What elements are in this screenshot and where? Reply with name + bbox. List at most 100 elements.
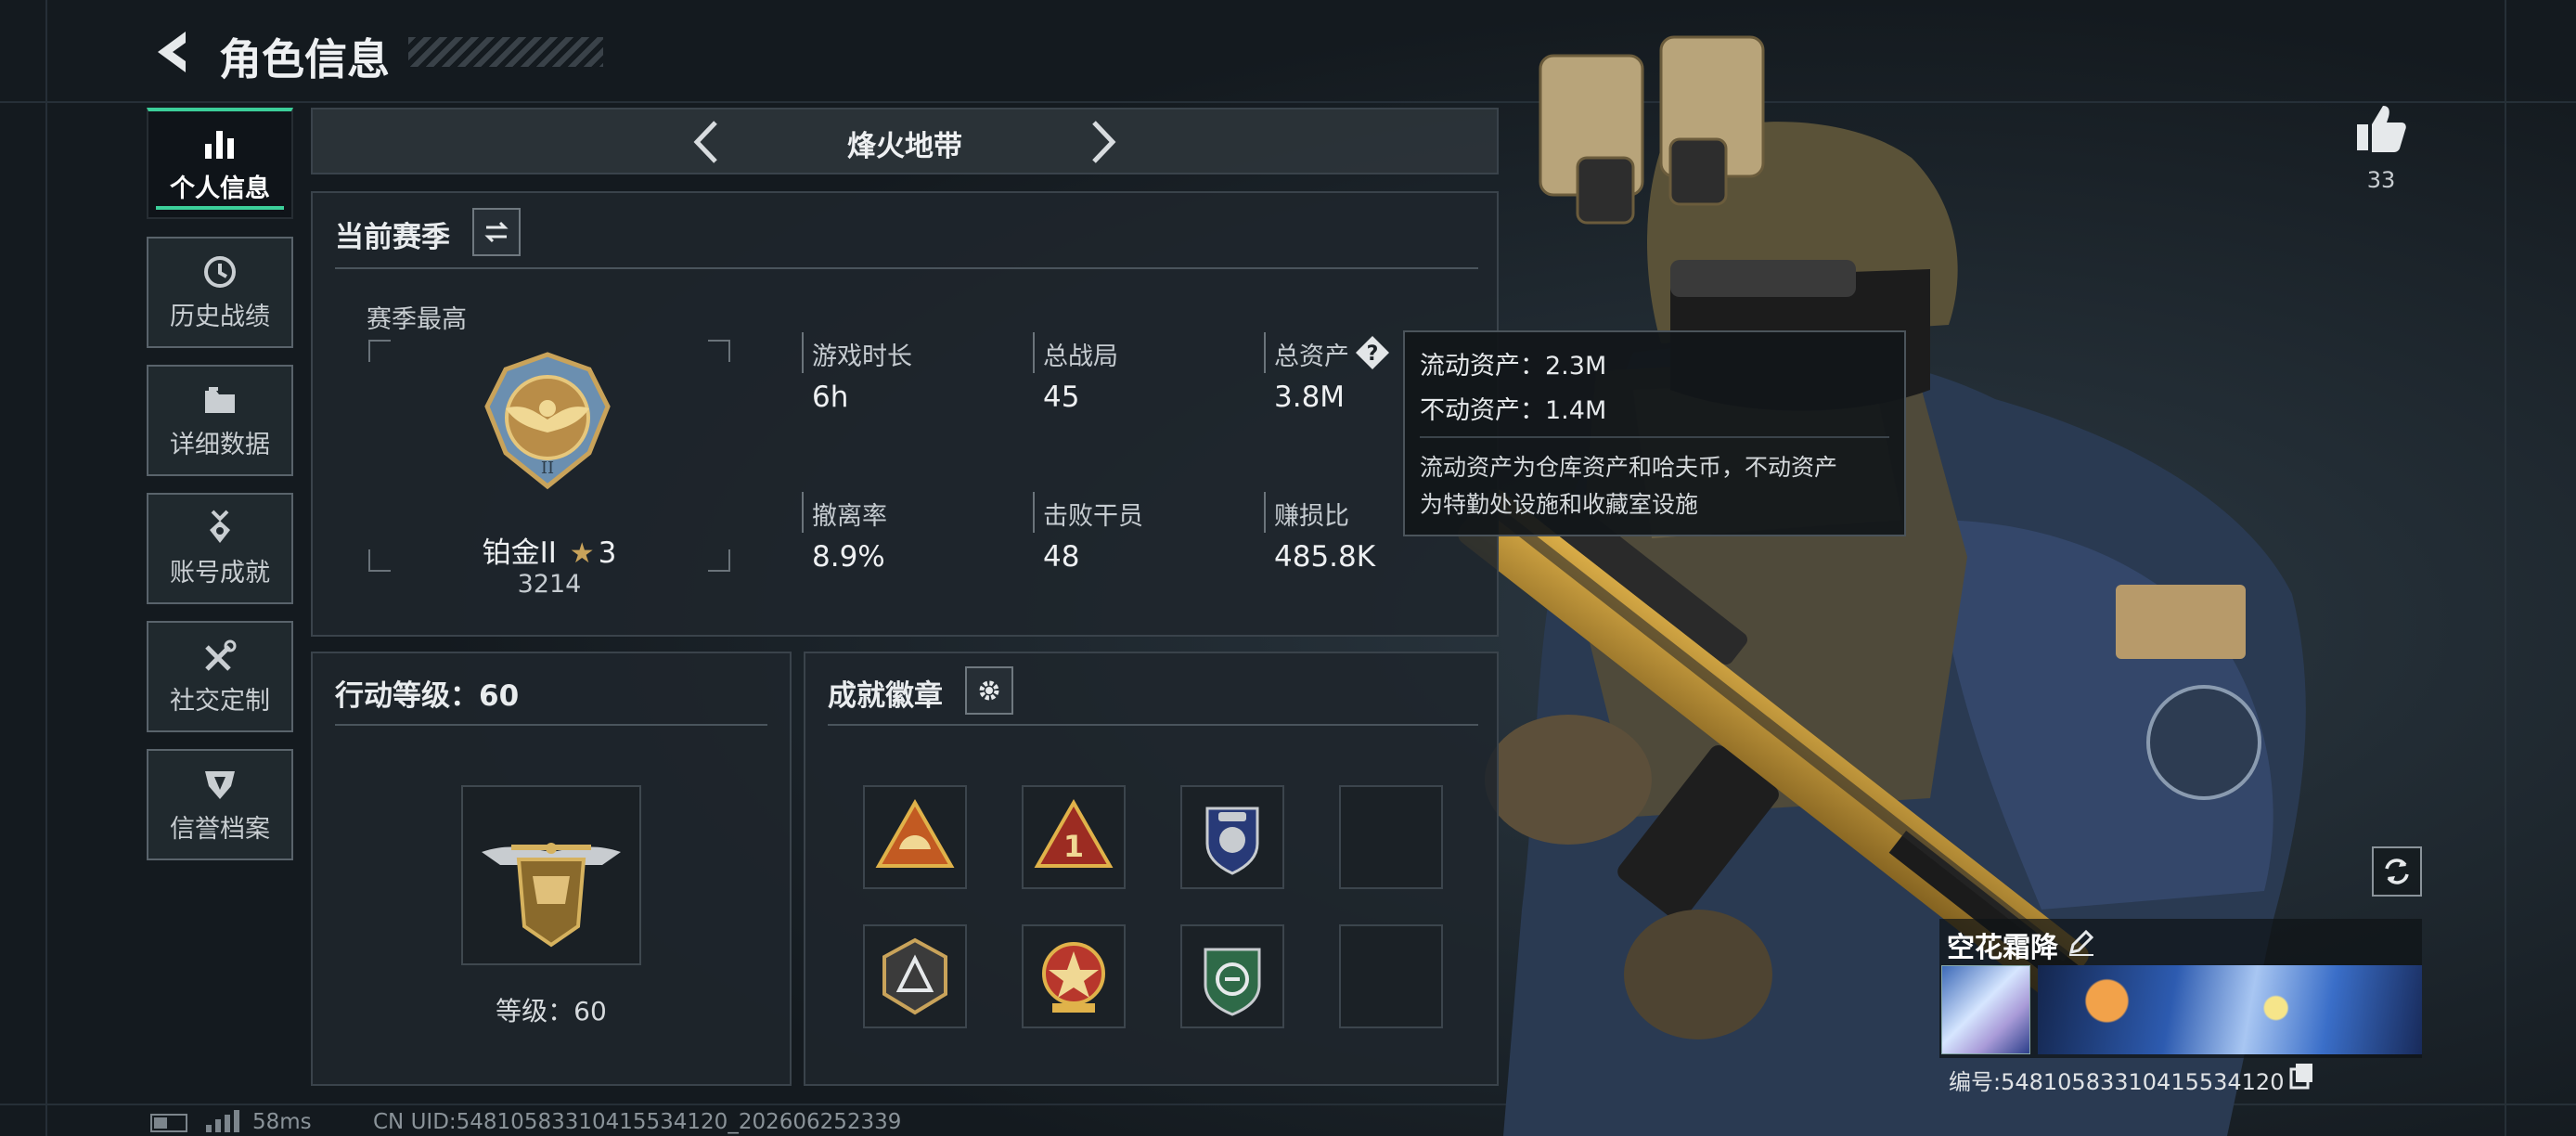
sidebar-item-credit-record[interactable]: 信誉档案 [147, 749, 293, 860]
switch-season-button[interactable] [472, 208, 521, 256]
stat-label: 总战局 [1043, 342, 1118, 371]
rank-star-icon: ★ [569, 537, 595, 570]
achievement-badges-panel: 成就徽章 1 [804, 652, 1499, 1086]
star-medal-badge-icon [1042, 942, 1105, 1013]
stat-marker [802, 332, 804, 373]
page-title: 角色信息 [219, 34, 390, 84]
rank-name: 铂金II [482, 536, 557, 570]
refresh-icon [2385, 858, 2409, 884]
badge-slot-4-empty[interactable] [1339, 785, 1443, 889]
mode-title: 烽火地带 [847, 130, 962, 163]
swap-icon [484, 221, 509, 243]
folder-icon [205, 386, 235, 413]
sidebar-item-label: 个人信息 [170, 174, 270, 203]
tooltip-description-line1: 流动资产为仓库资产和哈夫币，不动资产 [1420, 454, 1838, 481]
stat-value: 48 [1043, 540, 1080, 574]
shield-a-badge-icon [882, 937, 947, 1015]
stat-marker [1264, 492, 1266, 533]
svg-text:?: ? [1367, 342, 1379, 366]
battery-icon [150, 1114, 187, 1132]
sidebar-item-label: 信誉档案 [170, 814, 270, 844]
stat-label: 撤离率 [812, 502, 887, 531]
edit-name-button[interactable] [2066, 926, 2097, 958]
sidebar-item-detailed-data[interactable]: 详细数据 [147, 365, 293, 476]
rank-points: 3214 [517, 570, 582, 599]
ping-text: 58ms [252, 1110, 312, 1134]
stat-label: 总资产 [1274, 342, 1349, 371]
copy-id-button[interactable] [2288, 1062, 2316, 1090]
action-level-title: 行动等级：60 [335, 679, 520, 713]
sidebar-item-social-customize[interactable]: 社交定制 [147, 621, 293, 732]
stat-label: 赚损比 [1274, 502, 1349, 531]
player-name: 空花霜降 [1947, 932, 2058, 964]
divider [335, 724, 767, 726]
badge-slot-3[interactable] [1180, 785, 1284, 889]
stat-label: 游戏时长 [812, 342, 912, 371]
sidebar-item-label: 账号成就 [170, 558, 270, 587]
player-id: 编号:54810583310415534120 [1949, 1069, 2285, 1095]
rank-stars: 3 [598, 536, 617, 570]
stat-value: 45 [1043, 381, 1080, 414]
stat-label: 击败干员 [1043, 502, 1143, 531]
rotate-view-button[interactable] [2372, 846, 2422, 897]
divider [335, 267, 1478, 269]
sidebar-item-history[interactable]: 历史战绩 [147, 237, 293, 348]
tooltip-liquid-assets: 流动资产：2.3M [1420, 352, 1607, 381]
sidebar-item-label: 详细数据 [170, 430, 270, 459]
stat-marker [802, 492, 804, 533]
asset-help-button[interactable]: ? [1354, 334, 1391, 371]
divider [828, 724, 1478, 726]
clock-icon [204, 255, 236, 288]
player-card: 空花霜降 [1939, 919, 2422, 1058]
season-panel: 当前赛季 赛季最高 II 铂金II ★ 3 3214 游戏时长 6h 总战局 45… [311, 191, 1499, 637]
copy-icon [2289, 1064, 2312, 1090]
back-arrow-icon [158, 32, 186, 72]
tooltip-description-line2: 为特勤处设施和收藏室设施 [1420, 491, 1699, 518]
player-avatar[interactable] [1941, 965, 2030, 1054]
edit-pencil-icon [2068, 929, 2094, 956]
sidebar-item-personal-info[interactable]: 个人信息 [147, 108, 293, 219]
signal-icon [206, 1110, 239, 1132]
stat-marker [1264, 332, 1266, 373]
stat-marker [1033, 332, 1035, 373]
badge-slot-7[interactable] [1180, 924, 1284, 1028]
title-stripes [408, 37, 603, 67]
thumbs-up-icon [2357, 106, 2406, 152]
badges-settings-button[interactable] [965, 666, 1013, 715]
stat-value: 6h [812, 381, 849, 414]
level-badge-frame [461, 785, 641, 965]
tooltip-divider [1420, 436, 1889, 438]
shield-icon [205, 770, 235, 799]
mode-selector-bar: 烽火地带 [311, 108, 1499, 174]
next-mode-button[interactable] [1079, 117, 1126, 167]
like-button[interactable] [2353, 100, 2409, 156]
badge-slot-5[interactable] [863, 924, 967, 1028]
stat-value: 3.8M [1274, 381, 1346, 414]
asset-tooltip: 流动资产：2.3M 不动资产：1.4M 流动资产为仓库资产和哈夫币，不动资产 为… [1403, 330, 1906, 536]
player-banner[interactable] [2038, 965, 2422, 1054]
level-caption: 等级：60 [496, 996, 607, 1026]
uid-text: CN UID:54810583310415534120_202606252339 [373, 1110, 902, 1134]
help-diamond-icon: ? [1356, 336, 1389, 369]
sidebar-item-achievements[interactable]: 账号成就 [147, 493, 293, 604]
platinum-rank-emblem-icon: II [484, 352, 611, 490]
like-count: 33 [2366, 167, 2396, 193]
tools-icon [205, 639, 237, 671]
badge-slot-2[interactable]: 1 [1022, 785, 1126, 889]
badge-slot-6[interactable] [1022, 924, 1126, 1028]
stat-marker [1033, 492, 1035, 533]
stat-value: 485.8K [1274, 540, 1376, 574]
sidebar-item-label: 历史战绩 [170, 302, 270, 331]
green-emblem-badge-icon [1204, 948, 1261, 1016]
chevron-right-icon [1092, 121, 1116, 163]
police-shield-badge-icon [1205, 807, 1259, 875]
back-button[interactable] [148, 26, 195, 78]
badge-slot-8-empty[interactable] [1339, 924, 1443, 1028]
medal-icon [210, 510, 230, 543]
badges-title: 成就徽章 [828, 679, 943, 713]
badge-slot-1[interactable] [863, 785, 967, 889]
triangle-one-badge-icon: 1 [1034, 798, 1114, 868]
triangle-helmet-badge-icon [875, 798, 955, 868]
helicopter-emblem-icon [482, 843, 621, 948]
tooltip-fixed-assets: 不动资产：1.4M [1420, 396, 1607, 425]
